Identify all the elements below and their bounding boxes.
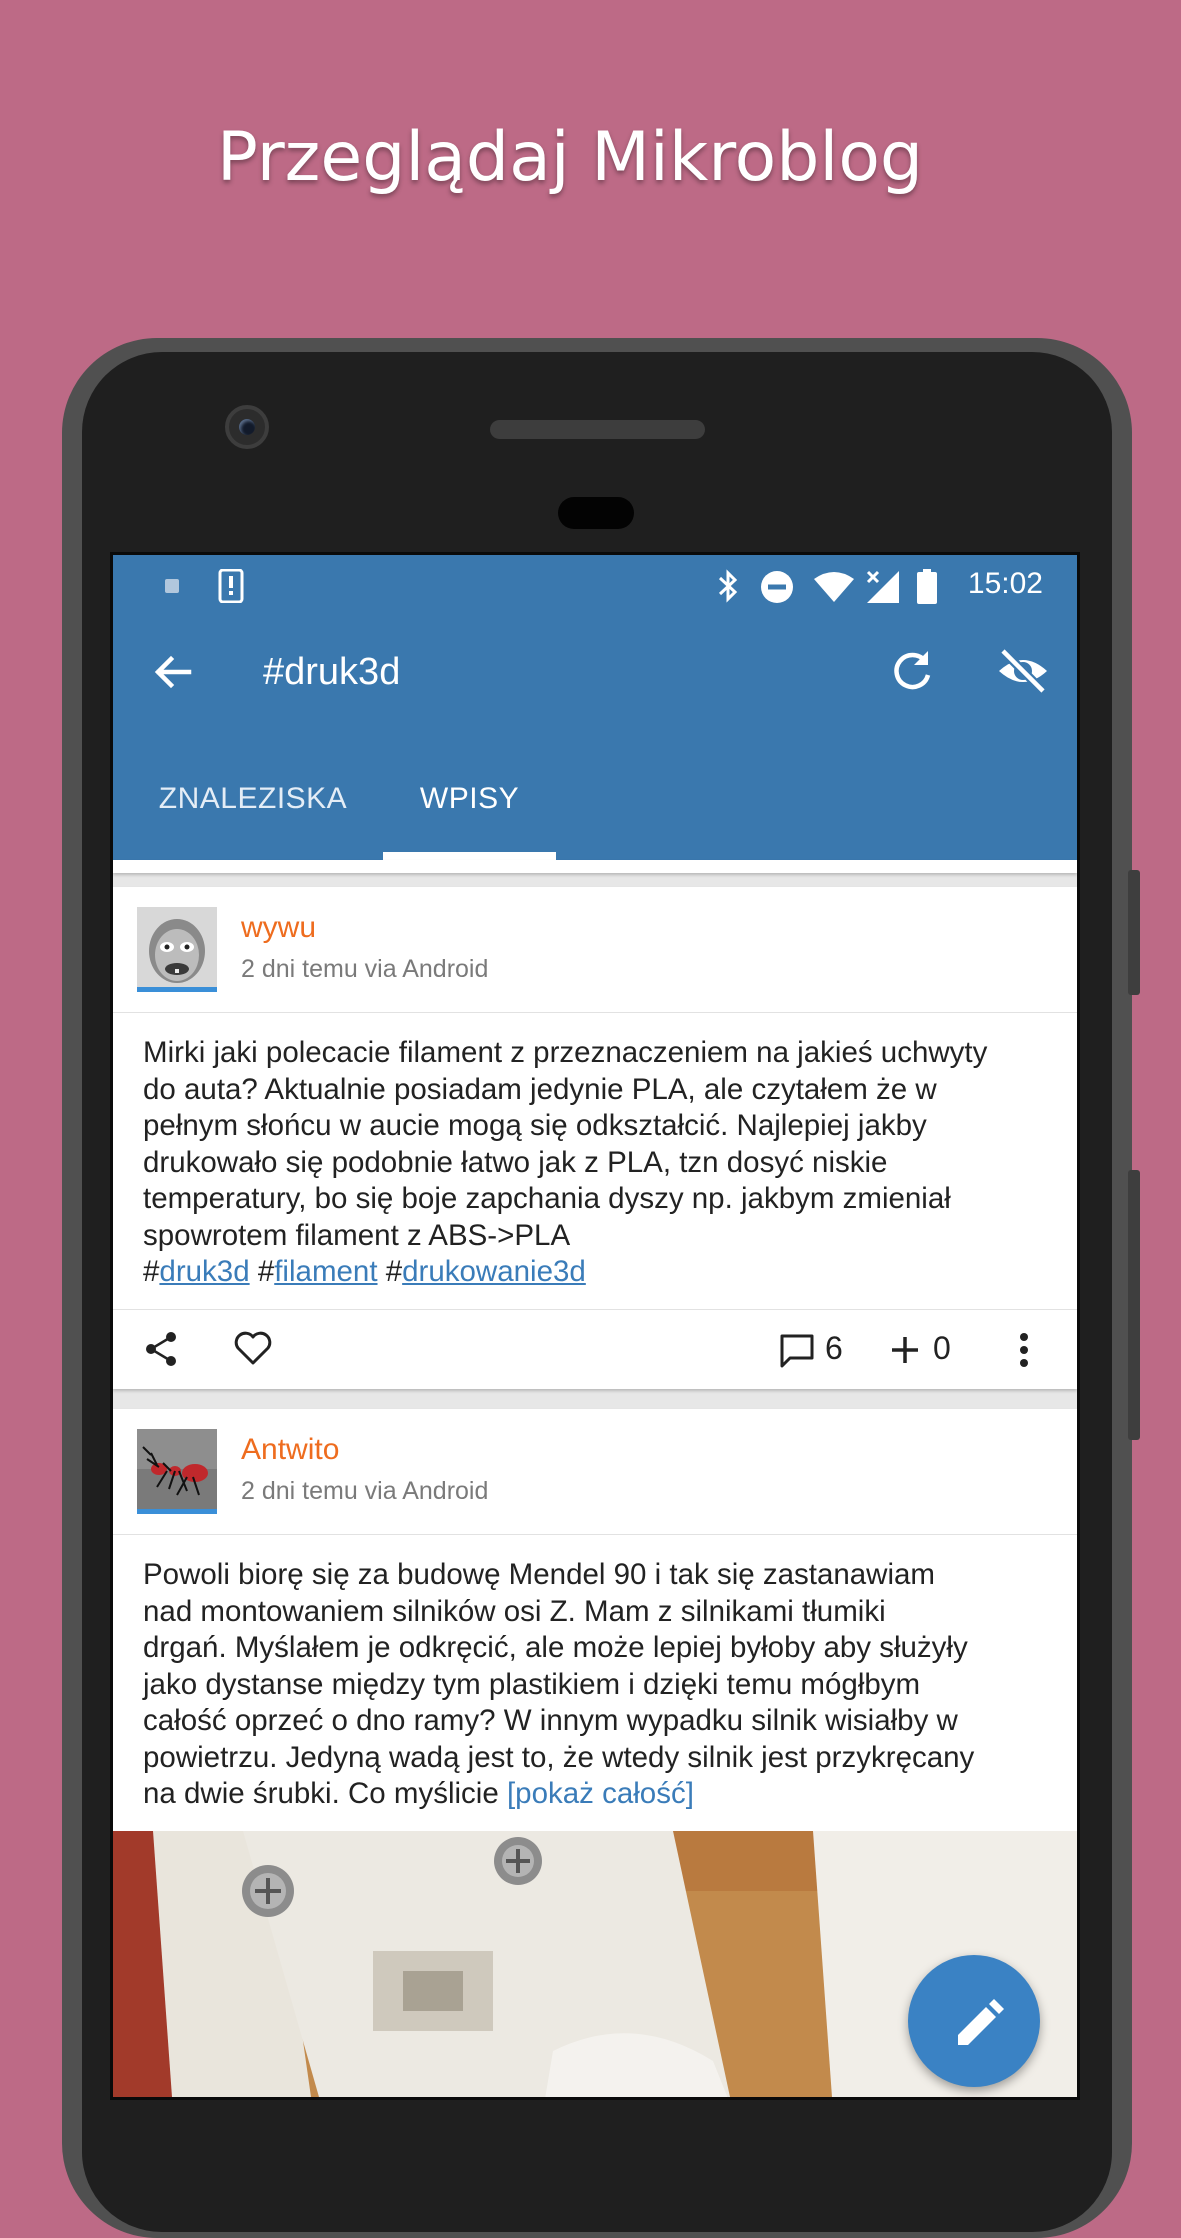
post-line: jako dystanse między tym plastikiem i dz…	[143, 1667, 921, 1701]
post-line-last: na dwie śrubki. Co myślicie [pokaż całoś…	[143, 1776, 1049, 1813]
phone-screen: 15:02 #druk3d ZNALEZISKA WPISY wywu 2 dn…	[110, 552, 1080, 2100]
power-button	[1128, 1170, 1140, 1440]
post-line: temperatury, bo się boje zapchania dyszy…	[143, 1182, 951, 1215]
plus-icon[interactable]	[889, 1334, 921, 1366]
avatar[interactable]	[137, 907, 217, 987]
post-line: całość oprzeć o dno ramy? W innym wypadk…	[143, 1704, 958, 1737]
do-not-disturb-icon	[761, 571, 793, 603]
author-name[interactable]: Antwito	[241, 1433, 339, 1467]
eye-off-icon[interactable]	[995, 647, 1051, 695]
back-arrow-icon[interactable]	[151, 650, 195, 694]
post-tags: #druk3d #filament #drukowanie3d	[143, 1255, 586, 1288]
comment-icon[interactable]	[779, 1333, 815, 1369]
heart-icon[interactable]	[233, 1330, 273, 1366]
alert-icon	[218, 569, 244, 603]
status-bar: 15:02	[113, 555, 1077, 615]
tag-link[interactable]: drukowanie3d	[402, 1255, 586, 1288]
compose-button[interactable]	[908, 1955, 1040, 2087]
post-header: wywu 2 dni temu via Android	[113, 887, 1077, 1013]
tab-znaleziska[interactable]: ZNALEZISKA	[133, 737, 373, 860]
post-actions: 6 0	[113, 1308, 1077, 1389]
bluetooth-icon	[718, 569, 738, 603]
post-body: Mirki jaki polecacie filament z przeznac…	[113, 1013, 1077, 1309]
clock: 15:02	[967, 567, 1043, 600]
tab-wpisy[interactable]: WPISY	[383, 737, 556, 860]
more-options-icon[interactable]	[1018, 1332, 1030, 1368]
headline: Przeglądaj Mikroblog	[216, 118, 924, 197]
post-line: drgań. Myślałem je odkręcić, ale może le…	[143, 1631, 968, 1664]
app-bar: 15:02 #druk3d ZNALEZISKA WPISY	[113, 555, 1077, 860]
volume-button	[1128, 870, 1140, 995]
previous-card-edge	[113, 860, 1077, 873]
avatar[interactable]	[137, 1429, 217, 1509]
tab-bar: ZNALEZISKA WPISY	[113, 737, 1077, 860]
author-name[interactable]: wywu	[241, 911, 316, 945]
tag-link[interactable]: filament	[274, 1255, 377, 1288]
post-header: Antwito 2 dni temu via Android	[113, 1409, 1077, 1535]
vote-count: 0	[933, 1329, 951, 1366]
post-line: drukowało się podobnie łatwo jak z PLA, …	[143, 1145, 888, 1179]
post-line: Powoli biorę się za budowę Mendel 90 i t…	[143, 1558, 936, 1591]
post-body: Powoli biorę się za budowę Mendel 90 i t…	[113, 1535, 1077, 1831]
earpiece-speaker	[490, 420, 705, 439]
proximity-sensor	[558, 497, 634, 529]
pencil-icon	[958, 1999, 1004, 2045]
battery-icon	[917, 569, 937, 604]
avatar-accent	[137, 1509, 217, 1514]
post-line: do auta? Aktualnie posiadam jedynie PLA,…	[143, 1072, 937, 1106]
notification-icon	[165, 579, 179, 593]
tab-indicator	[383, 852, 556, 860]
post-line: pełnym słońcu w aucie mogą się odkształc…	[143, 1109, 927, 1142]
comment-count: 6	[825, 1329, 843, 1366]
post-line: powietrzu. Jedyną wadą jest to, że wtedy…	[143, 1740, 975, 1774]
post-line: Mirki jaki polecacie filament z przeznac…	[143, 1036, 988, 1069]
tag-link[interactable]: druk3d	[159, 1255, 249, 1288]
post-line: na dwie śrubki. Co myślicie	[143, 1777, 499, 1810]
signal-icon	[866, 570, 899, 603]
wifi-icon	[814, 572, 854, 602]
show-more-link[interactable]: [pokaż całość]	[507, 1777, 694, 1810]
post-meta: 2 dni temu via Android	[241, 955, 489, 983]
share-icon[interactable]	[143, 1330, 179, 1368]
post-line: spowrotem filament z ABS->PLA	[143, 1218, 571, 1252]
post-card[interactable]: wywu 2 dni temu via Android Mirki jaki p…	[113, 887, 1077, 1389]
refresh-icon[interactable]	[888, 647, 936, 695]
toolbar: #druk3d	[113, 615, 1077, 737]
page-title: #druk3d	[263, 651, 401, 693]
front-camera	[225, 405, 269, 449]
post-line: nad montowaniem silników osi Z. Mam z si…	[143, 1594, 886, 1628]
post-meta: 2 dni temu via Android	[241, 1477, 489, 1505]
avatar-accent	[137, 987, 217, 992]
